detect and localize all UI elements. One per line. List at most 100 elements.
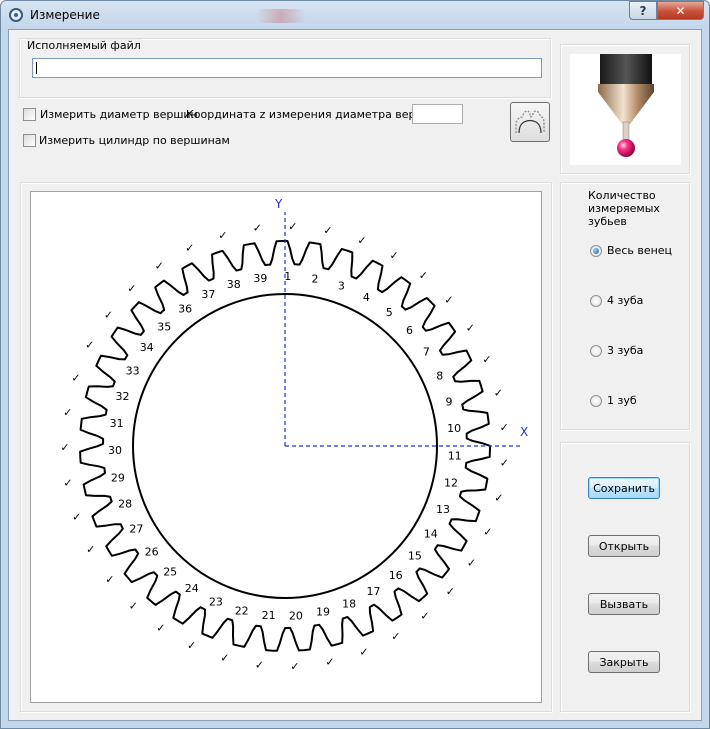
radio-4-teeth-label[interactable]: 4 зуба	[607, 294, 643, 307]
tooth-number-label: 17	[367, 585, 381, 598]
actions-group: Сохранить Открыть Вызвать Закрыть	[560, 442, 690, 712]
tooth-number-label: 35	[157, 320, 171, 333]
tooth-number-label: 4	[363, 291, 370, 304]
title-bar-blur	[256, 9, 306, 23]
radio-whole-rim-label[interactable]: Весь венец	[607, 244, 672, 257]
call-button[interactable]: Вызвать	[588, 593, 660, 615]
tooth-check-mark: ✓	[255, 659, 264, 672]
tooth-check-mark: ✓	[482, 353, 491, 366]
tooth-check-mark: ✓	[72, 511, 81, 524]
tooth-number-label: 3	[338, 280, 345, 293]
x-axis-label: X	[520, 425, 528, 439]
tooth-number-label: 26	[145, 545, 159, 558]
tooth-number-label: 9	[446, 395, 453, 408]
radio-3-teeth-label[interactable]: 3 зуба	[607, 344, 643, 357]
tooth-number-label: 27	[129, 523, 143, 536]
tooth-number-label: 12	[444, 477, 458, 490]
tooth-number-label: 7	[423, 346, 430, 359]
tooth-check-mark: ✓	[483, 525, 492, 538]
tooth-check-mark: ✓	[129, 599, 138, 612]
tooth-check-mark: ✓	[420, 610, 429, 623]
tooth-check-mark: ✓	[60, 441, 69, 454]
close-button[interactable]: Закрыть	[588, 651, 660, 673]
tooth-check-mark: ✓	[71, 371, 80, 384]
tooth-check-mark: ✓	[494, 492, 503, 505]
tooth-check-mark: ✓	[104, 309, 113, 322]
probe-image-panel	[560, 44, 690, 174]
tooth-number-label: 13	[436, 503, 450, 516]
tooth-check-mark: ✓	[155, 260, 164, 273]
app-icon	[9, 8, 23, 22]
gear-canvas[interactable]: 1 ✓ 2 ✓ 3 ✓ 4 ✓ 5 ✓ 6 ✓ 7 ✓ 8 ✓ 9 ✓ 10 ✓ 11 ✓ 12 ✓ 13 ✓ 14 ✓ 15 ✓ 16 ✓ 1…	[30, 191, 542, 703]
tooth-check-mark: ✓	[127, 282, 136, 295]
tooth-check-mark: ✓	[185, 242, 194, 255]
tooth-check-mark: ✓	[494, 386, 503, 399]
tooth-check-mark: ✓	[105, 573, 114, 586]
z-coordinate-input[interactable]	[412, 104, 463, 124]
tooth-number-label: 5	[386, 306, 393, 319]
tooth-number-label: 39	[253, 272, 267, 285]
tooth-number-label: 36	[178, 303, 192, 316]
tooth-number-label: 25	[163, 565, 177, 578]
tooth-check-mark: ✓	[357, 234, 366, 247]
gear-profile-button[interactable]	[510, 102, 550, 142]
tooth-number-label: 29	[111, 471, 125, 484]
close-window-button[interactable]: ✕	[657, 1, 704, 20]
measure-tip-diameter-checkbox[interactable]	[23, 108, 36, 121]
window-title: Измерение	[30, 8, 100, 22]
radio-3-teeth[interactable]	[590, 345, 602, 357]
tooth-number-label: 38	[227, 278, 241, 291]
tooth-check-mark: ✓	[446, 585, 455, 598]
tooth-number-label: 32	[116, 390, 130, 403]
tooth-number-label: 20	[289, 610, 303, 623]
tooth-number-label: 19	[316, 606, 330, 619]
tooth-check-mark: ✓	[63, 476, 72, 489]
tooth-number-label: 28	[118, 498, 132, 511]
y-axis-label: Y	[274, 197, 283, 211]
tooth-check-mark: ✓	[85, 339, 94, 352]
radio-1-tooth-label[interactable]: 1 зуб	[607, 394, 637, 407]
tooth-check-mark: ✓	[86, 543, 95, 556]
tooth-number-label: 14	[424, 527, 438, 540]
measure-tip-diameter-label[interactable]: Измерить диаметр вершин	[40, 108, 198, 121]
file-path-input[interactable]	[32, 58, 542, 78]
tooth-check-mark: ✓	[500, 421, 509, 434]
tooth-check-mark: ✓	[444, 293, 453, 306]
tooth-check-mark: ✓	[323, 224, 332, 237]
tooth-number-label: 18	[342, 597, 356, 610]
tooth-check-mark: ✓	[290, 660, 299, 673]
tooth-number-label: 11	[448, 450, 462, 463]
tooth-number-label: 33	[126, 365, 140, 378]
open-button[interactable]: Открыть	[588, 535, 660, 557]
text-caret	[36, 62, 37, 74]
file-group: Исполняемый файл	[19, 38, 551, 98]
tooth-check-mark: ✓	[359, 645, 368, 658]
tooth-number-label: 15	[408, 550, 422, 563]
tooth-check-mark: ✓	[466, 322, 475, 335]
tooth-check-mark: ✓	[218, 229, 227, 242]
tooth-check-mark: ✓	[419, 269, 428, 282]
tooth-check-mark: ✓	[391, 630, 400, 643]
tooth-number-label: 22	[235, 604, 249, 617]
help-button[interactable]: ?	[629, 1, 657, 20]
save-button[interactable]: Сохранить	[588, 477, 660, 499]
measurement-window: Измерение ? ✕ Исполняемый файл Измерить …	[0, 0, 710, 729]
radio-1-tooth[interactable]	[590, 395, 602, 407]
client-area: Исполняемый файл Измерить диаметр вершин…	[8, 29, 702, 721]
radio-whole-rim[interactable]	[590, 245, 602, 257]
file-group-label: Исполняемый файл	[26, 39, 142, 52]
measure-tip-cylinder-checkbox[interactable]	[23, 134, 36, 147]
tooth-number-label: 6	[406, 324, 413, 337]
title-bar[interactable]: Измерение ? ✕	[1, 1, 709, 29]
probe-stylus-icon	[598, 54, 654, 157]
tooth-check-mark: ✓	[389, 249, 398, 262]
measure-tip-cylinder-label[interactable]: Измерить цилиндр по вершинам	[39, 134, 230, 147]
tooth-check-mark: ✓	[253, 222, 262, 235]
tooth-check-mark: ✓	[220, 652, 229, 665]
radio-4-teeth[interactable]	[590, 295, 602, 307]
tooth-number-label: 24	[185, 582, 199, 595]
tooth-check-mark: ✓	[325, 655, 334, 668]
tooth-number-label: 30	[108, 444, 122, 457]
teeth-count-title: Количество измеряемых зубьев	[588, 189, 660, 228]
gear-canvas-group: 1 ✓ 2 ✓ 3 ✓ 4 ✓ 5 ✓ 6 ✓ 7 ✓ 8 ✓ 9 ✓ 10 ✓ 11 ✓ 12 ✓ 13 ✓ 14 ✓ 15 ✓ 16 ✓ 1…	[20, 182, 552, 712]
